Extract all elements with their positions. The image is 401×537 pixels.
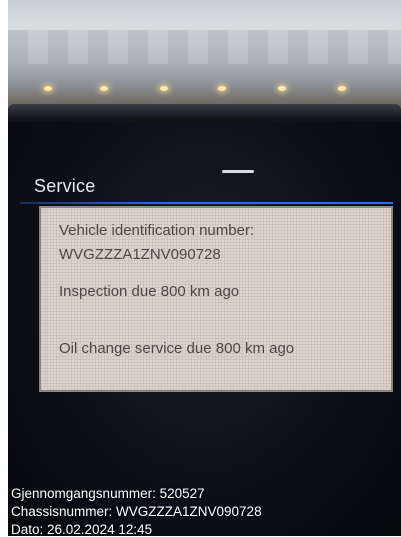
- background-room: [8, 0, 401, 118]
- caption-reference-number: Gjennomgangsnummer: 520527: [11, 486, 205, 501]
- ceiling-lights: [8, 86, 401, 92]
- title-underline: [20, 202, 393, 204]
- vin-label: Vehicle identification number:: [59, 222, 255, 239]
- oil-change-status: Oil change service due 800 km ago: [59, 340, 295, 357]
- drag-handle[interactable]: [222, 170, 254, 173]
- vin-value: WVGZZZA1ZNV090728: [59, 246, 221, 263]
- service-info-panel: Vehicle identification number: WVGZZZA1Z…: [39, 206, 393, 392]
- caption-date: Dato: 26.02.2024 12:45: [11, 522, 153, 537]
- caption-chassis-number: Chassisnummer: WVGZZZA1ZNV090728: [11, 504, 262, 519]
- inspection-status: Inspection due 800 km ago: [59, 283, 240, 300]
- page-title: Service: [34, 176, 96, 196]
